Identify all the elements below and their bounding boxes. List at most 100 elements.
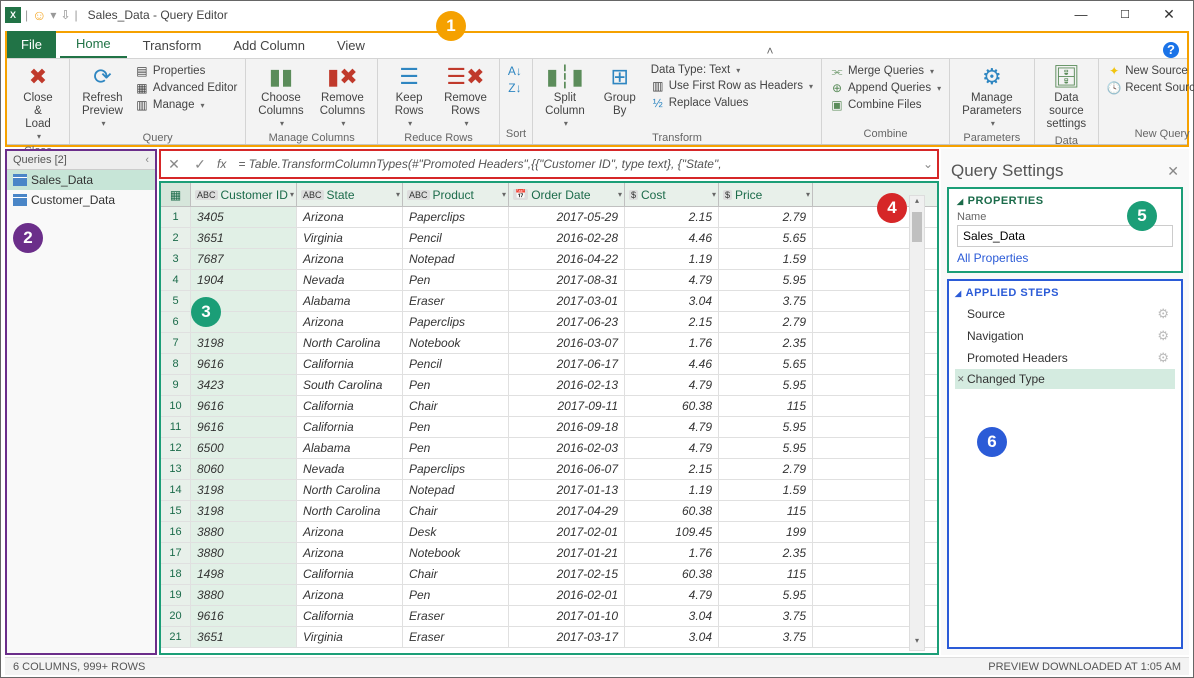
applied-step[interactable]: Navigation⚙ <box>955 325 1175 347</box>
combine-files-icon: ▣ <box>830 98 844 112</box>
remove-columns-icon: ▮✖ <box>328 63 356 91</box>
qat-overflow[interactable]: ⇩ <box>60 8 70 22</box>
sort-desc-button[interactable]: Z↓ <box>506 80 524 96</box>
remove-rows-button[interactable]: ☰✖ Remove Rows <box>438 61 493 130</box>
minimize-button[interactable]: — <box>1061 4 1101 26</box>
status-left: 6 COLUMNS, 999+ ROWS <box>13 661 145 673</box>
query-item[interactable]: Customer_Data <box>7 190 155 210</box>
table-row[interactable]: 173880ArizonaNotebook2017-01-211.762.35 <box>161 543 937 564</box>
column-header-cost[interactable]: $Cost▾ <box>625 183 719 206</box>
manage-button[interactable]: ▥Manage <box>133 97 239 113</box>
column-header-product[interactable]: ABCProduct▾ <box>403 183 509 206</box>
append-queries-button[interactable]: ⊕Append Queries <box>828 80 943 96</box>
split-column-icon: ▮┆▮ <box>551 63 579 91</box>
table-row[interactable]: 6ArizonaPaperclips2017-06-232.152.79 <box>161 312 937 333</box>
new-source-button[interactable]: ✦New Source <box>1105 63 1194 79</box>
table-row[interactable]: 153198North CarolinaChair2017-04-2960.38… <box>161 501 937 522</box>
collapse-ribbon-icon[interactable]: ˄ <box>766 44 773 58</box>
applied-step[interactable]: Source⚙ <box>955 303 1175 325</box>
data-type-button[interactable]: Data Type: Text <box>649 63 815 77</box>
table-row[interactable]: 73198North CarolinaNotebook2016-03-071.7… <box>161 333 937 354</box>
table-icon <box>13 194 27 206</box>
query-settings-close-button[interactable]: ✕ <box>1167 163 1179 180</box>
tab-view[interactable]: View <box>321 32 381 58</box>
close-button[interactable]: ✕ <box>1149 4 1189 26</box>
table-row[interactable]: 37687ArizonaNotepad2016-04-221.191.59 <box>161 249 937 270</box>
tab-transform[interactable]: Transform <box>127 32 218 58</box>
formula-input[interactable] <box>234 157 915 171</box>
table-row[interactable]: 23651VirginiaPencil2016-02-284.465.65 <box>161 228 937 249</box>
grid-vertical-scrollbar[interactable]: ▴ ▾ <box>909 195 925 651</box>
advanced-editor-icon: ▦ <box>135 81 149 95</box>
first-row-headers-button[interactable]: ▥Use First Row as Headers <box>649 78 815 94</box>
parameters-icon: ⚙ <box>978 63 1006 91</box>
table-row[interactable]: 126500AlabamaPen2016-02-034.795.95 <box>161 438 937 459</box>
table-row[interactable]: 109616CaliforniaChair2017-09-1160.38115 <box>161 396 937 417</box>
tab-home[interactable]: Home <box>60 30 127 58</box>
data-preview-grid: ▦ ABCCustomer ID▾ ABCState▾ ABCProduct▾ … <box>159 181 939 655</box>
status-right: PREVIEW DOWNLOADED AT 1:05 AM <box>988 661 1181 673</box>
dropdown-icon[interactable]: ▾ <box>50 8 56 22</box>
formula-cancel-button[interactable]: ✕ <box>165 156 183 173</box>
group-new-query: ✦New Source 🕓Recent Sources New Query <box>1099 59 1194 144</box>
table-row[interactable]: 13405ArizonaPaperclips2017-05-292.152.79 <box>161 207 937 228</box>
table-row[interactable]: 209616CaliforniaEraser2017-01-103.043.75 <box>161 606 937 627</box>
choose-columns-button[interactable]: ▮▮ Choose Columns <box>252 61 309 130</box>
table-row[interactable]: 138060NevadaPaperclips2016-06-072.152.79 <box>161 459 937 480</box>
column-header-price[interactable]: $Price▾ <box>719 183 813 206</box>
headers-icon: ▥ <box>651 79 665 93</box>
smiley-icon[interactable]: ☺ <box>32 7 46 23</box>
column-header-customer-id[interactable]: ABCCustomer ID▾ <box>191 183 297 206</box>
table-row[interactable]: 143198North CarolinaNotepad2017-01-131.1… <box>161 480 937 501</box>
maximize-button[interactable]: ☐ <box>1105 4 1145 26</box>
remove-columns-button[interactable]: ▮✖ Remove Columns <box>314 61 371 130</box>
combine-files-button[interactable]: ▣Combine Files <box>828 97 943 113</box>
callout-2: 2 <box>13 223 43 253</box>
gear-icon[interactable]: ⚙ <box>1157 328 1169 344</box>
ribbon-body: ✖ Close & Load Close ⟳ Refresh Preview ▤… <box>7 59 1187 145</box>
gear-icon[interactable]: ⚙ <box>1157 306 1169 322</box>
query-item[interactable]: Sales_Data <box>7 170 155 190</box>
tab-add-column[interactable]: Add Column <box>217 32 321 58</box>
merge-queries-button[interactable]: ⫘Merge Queries <box>828 63 943 79</box>
column-header-state[interactable]: ABCState▾ <box>297 183 403 206</box>
tab-file[interactable]: File <box>7 31 56 58</box>
row-selector-header[interactable]: ▦ <box>161 183 191 206</box>
close-load-button[interactable]: ✖ Close & Load <box>13 61 63 143</box>
table-row[interactable]: 93423South CarolinaPen2016-02-134.795.95 <box>161 375 937 396</box>
qat-separator: | <box>25 8 28 22</box>
replace-values-button[interactable]: ½Replace Values <box>649 95 815 111</box>
applied-step[interactable]: Changed Type <box>955 369 1175 389</box>
formula-expand-button[interactable]: ⌄ <box>923 157 933 171</box>
queries-header[interactable]: Queries [2] <box>7 151 155 170</box>
fx-icon[interactable]: fx <box>217 157 226 171</box>
sort-asc-button[interactable]: A↓ <box>506 63 524 79</box>
help-icon[interactable]: ? <box>1163 42 1179 58</box>
gear-icon[interactable]: ⚙ <box>1157 350 1169 366</box>
table-row[interactable]: 213651VirginiaEraser2017-03-173.043.75 <box>161 627 937 648</box>
table-row[interactable]: 163880ArizonaDesk2017-02-01109.45199 <box>161 522 937 543</box>
applied-step[interactable]: Promoted Headers⚙ <box>955 347 1175 369</box>
split-column-button[interactable]: ▮┆▮ Split Column <box>539 61 591 130</box>
sort-desc-icon: Z↓ <box>508 81 522 95</box>
table-icon <box>13 174 27 186</box>
refresh-preview-button[interactable]: ⟳ Refresh Preview <box>76 61 129 130</box>
advanced-editor-button[interactable]: ▦Advanced Editor <box>133 80 239 96</box>
keep-rows-icon: ☰ <box>395 63 423 91</box>
column-header-order-date[interactable]: 📅Order Date▾ <box>509 183 625 206</box>
table-row[interactable]: 89616CaliforniaPencil2017-06-174.465.65 <box>161 354 937 375</box>
keep-rows-button[interactable]: ☰ Keep Rows <box>384 61 434 130</box>
group-by-button[interactable]: ⊞ Group By <box>595 61 645 130</box>
table-row[interactable]: 181498CaliforniaChair2017-02-1560.38115 <box>161 564 937 585</box>
table-row[interactable]: 119616CaliforniaPen2016-09-184.795.95 <box>161 417 937 438</box>
table-row[interactable]: 193880ArizonaPen2016-02-014.795.95 <box>161 585 937 606</box>
table-row[interactable]: 41904NevadaPen2017-08-314.795.95 <box>161 270 937 291</box>
formula-accept-button[interactable]: ✓ <box>191 156 209 173</box>
manage-parameters-button[interactable]: ⚙ Manage Parameters <box>956 61 1027 130</box>
properties-button[interactable]: ▤Properties <box>133 63 239 79</box>
data-source-settings-button[interactable]: 🗄 Data source settings <box>1041 61 1093 133</box>
all-properties-link[interactable]: All Properties <box>957 251 1173 265</box>
group-close: ✖ Close & Load Close <box>7 59 70 144</box>
recent-sources-button[interactable]: 🕓Recent Sources <box>1105 80 1194 96</box>
table-row[interactable]: 5AlabamaEraser2017-03-013.043.75 <box>161 291 937 312</box>
